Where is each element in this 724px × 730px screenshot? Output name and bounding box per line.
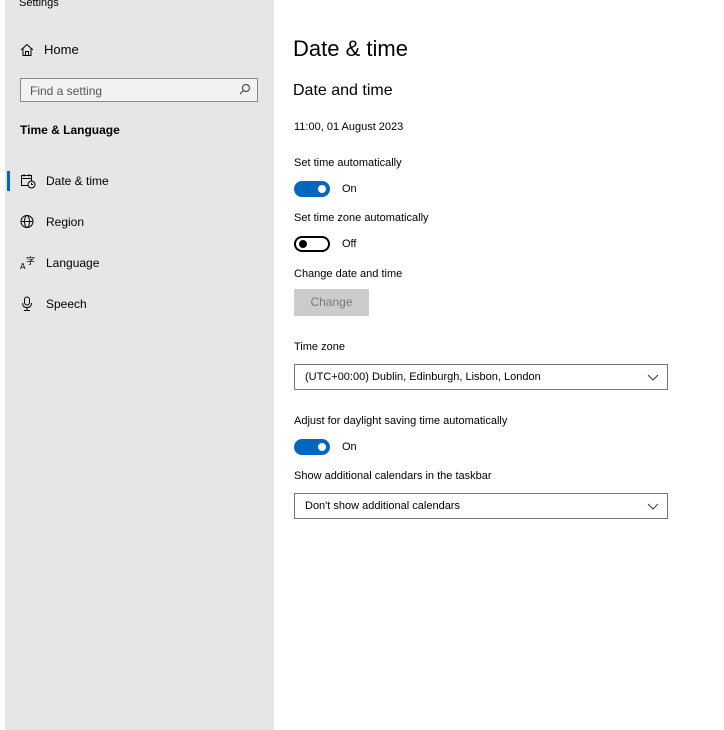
search-placeholder: Find a setting — [30, 84, 103, 98]
app-title: Settings — [19, 0, 59, 9]
sidebar-item-date-time[interactable]: Date & time — [5, 166, 274, 196]
set-tz-auto-state: Off — [342, 238, 357, 250]
calendars-select[interactable]: Don't show additional calendars — [294, 493, 668, 519]
search-input[interactable]: Find a setting — [20, 78, 258, 102]
toggle-knob — [318, 443, 326, 451]
set-time-auto-label: Set time automatically — [294, 157, 402, 169]
set-tz-auto-label: Set time zone automatically — [294, 212, 429, 224]
language-icon: A 字 — [20, 255, 35, 271]
calendars-label: Show additional calendars in the taskbar — [294, 470, 492, 482]
svg-text:字: 字 — [26, 255, 35, 267]
sidebar-item-label: Speech — [46, 297, 87, 311]
home-label: Home — [44, 42, 79, 57]
page-title: Date & time — [293, 36, 408, 61]
set-time-auto-state: On — [342, 183, 357, 195]
time-zone-select[interactable]: (UTC+00:00) Dublin, Edinburgh, Lisbon, L… — [294, 364, 668, 390]
current-datetime: 11:00, 01 August 2023 — [294, 121, 404, 133]
sidebar: Settings Home Find a setting Time & Lang… — [5, 0, 274, 730]
search-icon — [239, 84, 250, 95]
sidebar-item-speech[interactable]: Speech — [5, 289, 274, 319]
calendars-value: Don't show additional calendars — [305, 500, 460, 512]
sidebar-item-label: Region — [46, 215, 85, 229]
set-tz-auto-toggle[interactable] — [294, 236, 330, 252]
microphone-icon — [22, 296, 32, 311]
chevron-down-icon — [647, 374, 659, 381]
calendar-clock-icon — [21, 174, 36, 189]
time-zone-value: (UTC+00:00) Dublin, Edinburgh, Lisbon, L… — [305, 371, 541, 383]
section-heading: Date and time — [293, 82, 393, 99]
dst-toggle[interactable] — [294, 439, 330, 455]
dst-state: On — [342, 441, 357, 453]
time-zone-label: Time zone — [294, 341, 345, 353]
sidebar-item-language[interactable]: A 字 Language — [5, 248, 274, 278]
main-content: Date & time Date and time 11:00, 01 Augu… — [274, 0, 724, 730]
globe-icon — [20, 215, 34, 228]
home-icon — [20, 43, 34, 56]
change-button[interactable]: Change — [294, 289, 369, 316]
sidebar-item-region[interactable]: Region — [5, 207, 274, 237]
home-nav-item[interactable]: Home — [20, 42, 79, 57]
set-time-auto-toggle[interactable] — [294, 181, 330, 197]
chevron-down-icon — [647, 503, 659, 510]
change-datetime-label: Change date and time — [294, 268, 403, 280]
toggle-knob — [318, 185, 326, 193]
toggle-knob — [299, 240, 307, 248]
sidebar-item-label: Language — [46, 256, 100, 270]
dst-label: Adjust for daylight saving time automati… — [294, 415, 508, 427]
section-title: Time & Language — [20, 123, 120, 137]
active-indicator — [7, 171, 10, 191]
sidebar-item-label: Date & time — [46, 174, 109, 188]
